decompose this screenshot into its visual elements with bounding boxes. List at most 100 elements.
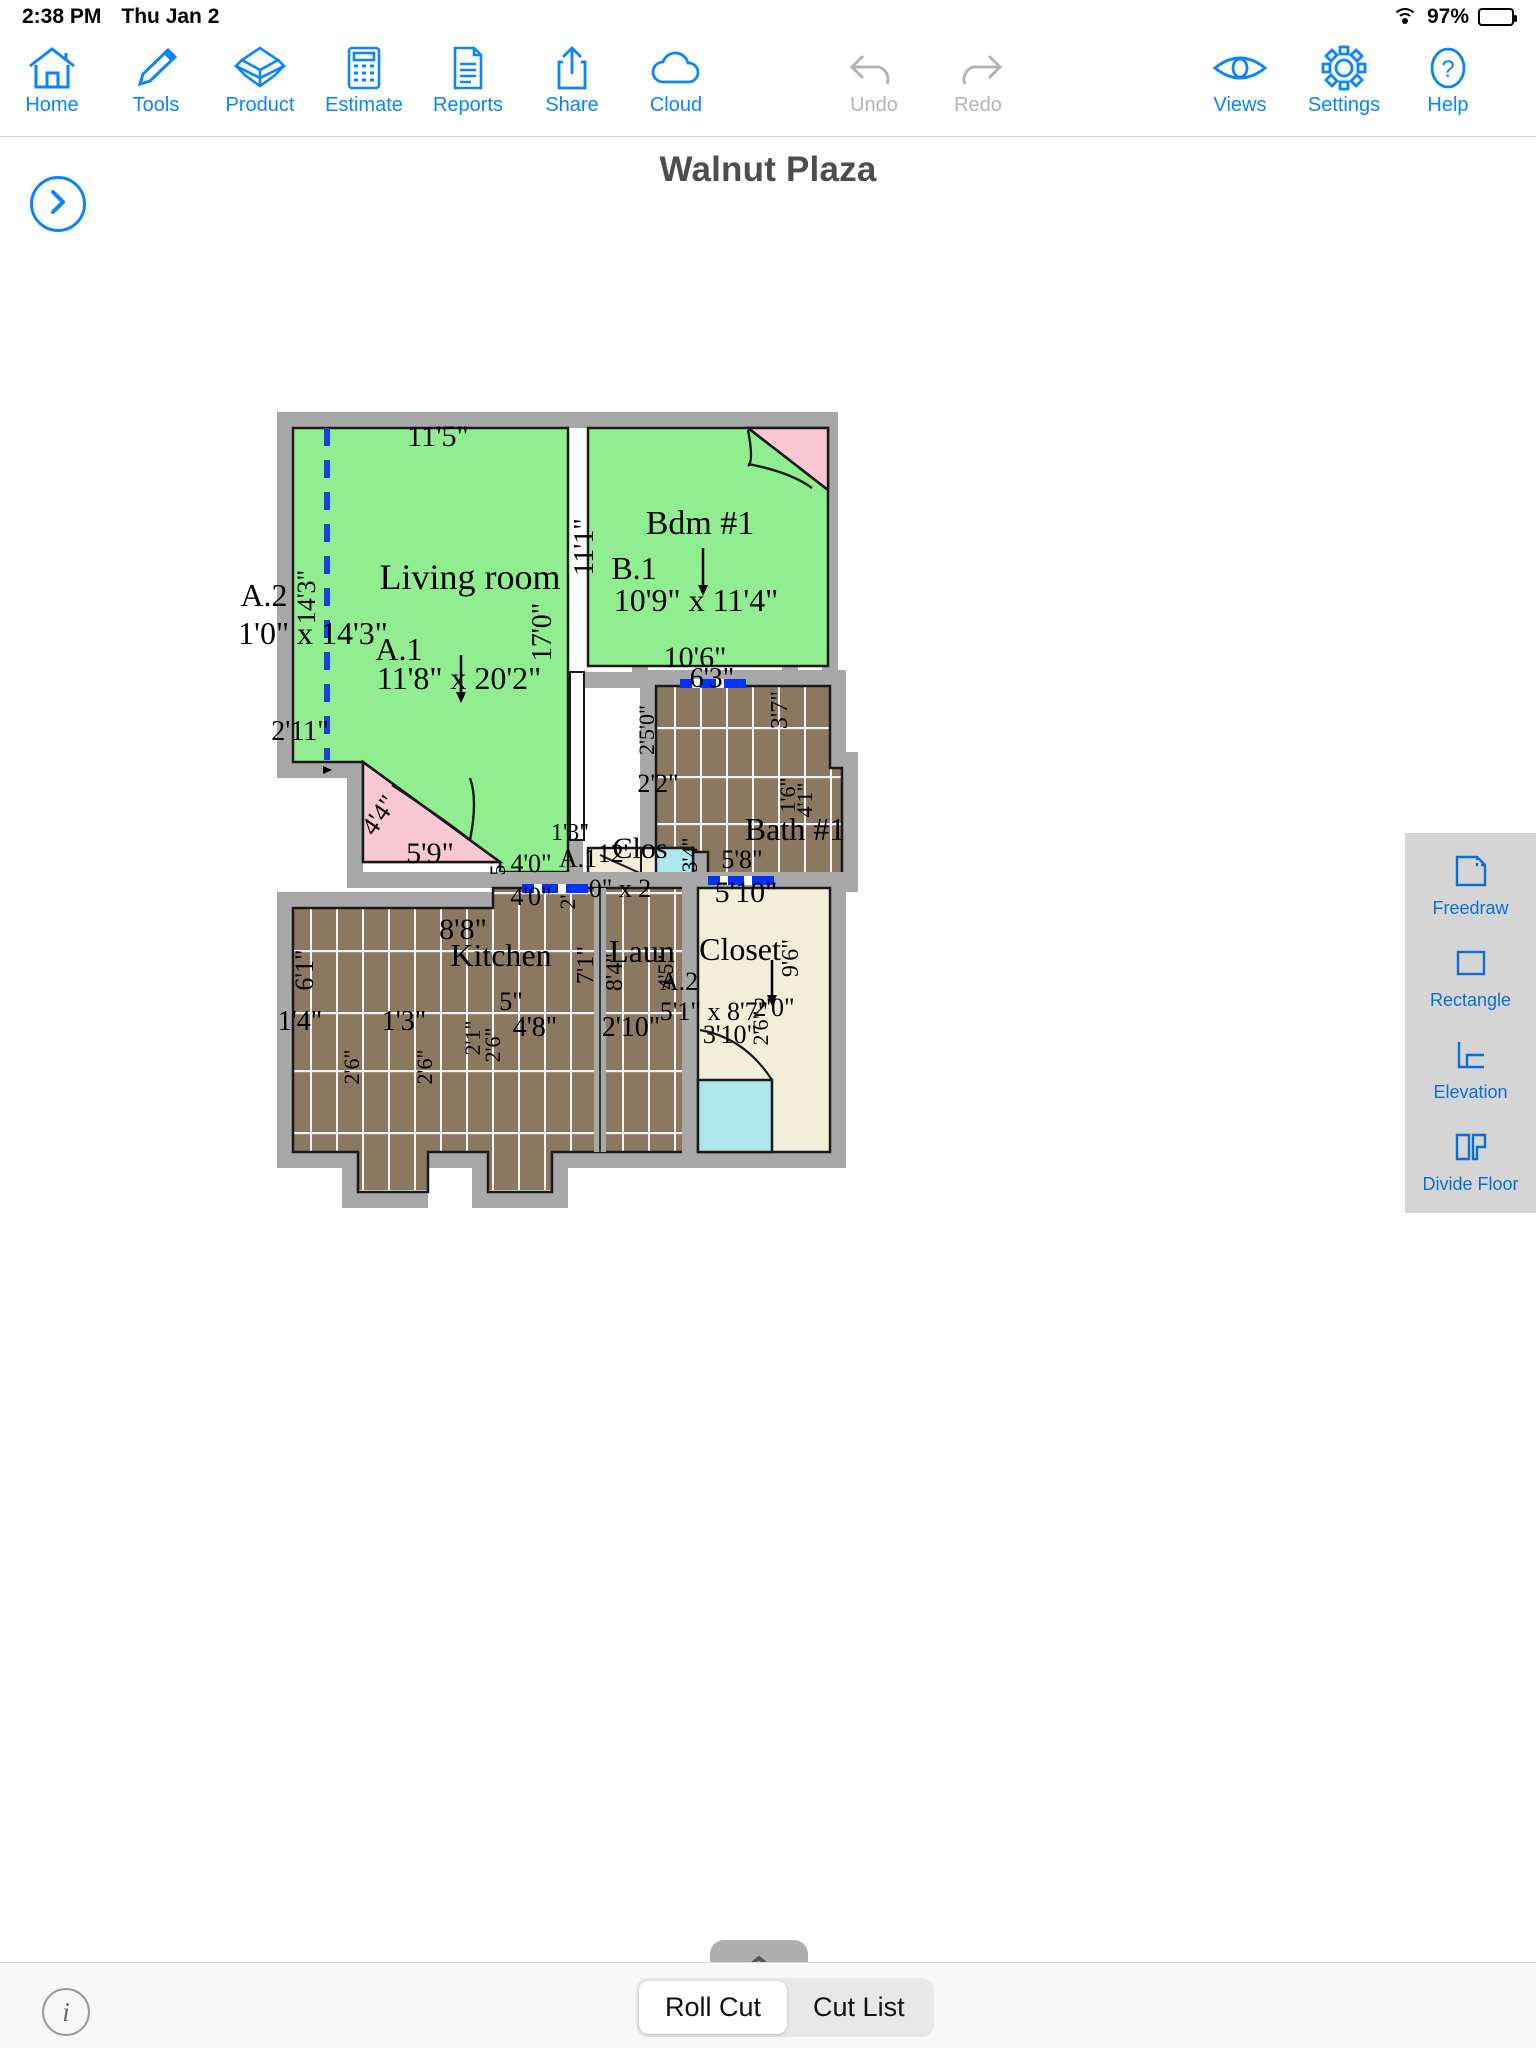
- question-mark-icon: ?: [1424, 40, 1472, 96]
- toolbar-label-undo: Undo: [850, 94, 898, 116]
- toolbar-button-views[interactable]: Views: [1188, 34, 1292, 136]
- tool-divide-floor[interactable]: Divide Floor: [1405, 1125, 1536, 1195]
- tool-elevation[interactable]: Elevation: [1405, 1033, 1536, 1103]
- plan-label: Living room: [380, 557, 561, 597]
- toolbar-label-settings: Settings: [1307, 94, 1381, 116]
- plan-label: 4'8": [513, 1012, 557, 1043]
- plan-label: 1'3": [551, 820, 589, 846]
- tool-label-rectangle: Rectangle: [1429, 990, 1512, 1010]
- status-bar-left: 2:38 PM Thu Jan 2: [22, 5, 219, 29]
- toolbar-button-settings[interactable]: Settings: [1292, 34, 1396, 136]
- plan-label: 2'10": [602, 1012, 660, 1043]
- bottom-bar: Roll Cut Cut List i: [0, 1962, 1536, 2048]
- tool-freedraw[interactable]: Freedraw: [1405, 849, 1536, 919]
- toolbar-button-home[interactable]: Home: [0, 34, 104, 136]
- plan-label: 1'0" x 14'3": [238, 615, 388, 651]
- toolbar-label-tools: Tools: [132, 94, 180, 116]
- tool-label-freedraw: Freedraw: [1432, 898, 1509, 918]
- plan-label: 11'1": [569, 518, 600, 575]
- toolbar-label-redo: Redo: [954, 94, 1002, 116]
- battery-percent-label: 97%: [1426, 5, 1469, 28]
- toolbar-label-product: Product: [225, 94, 295, 116]
- plan-label: Bdm #1: [646, 505, 755, 542]
- plan-label: 6'1": [290, 949, 319, 990]
- segment-roll-cut[interactable]: Roll Cut: [639, 1981, 788, 2034]
- cloud-icon: [649, 40, 703, 96]
- toolbar-button-product[interactable]: Product: [208, 34, 312, 136]
- plan-label: 5'8": [721, 845, 762, 874]
- gear-icon: [1318, 40, 1370, 96]
- toolbar-button-help[interactable]: ? Help: [1396, 34, 1500, 136]
- status-bar: 2:38 PM Thu Jan 2 97%: [0, 0, 1536, 34]
- rectangle-icon: [1451, 941, 1491, 985]
- tool-label-divide-floor: Divide Floor: [1422, 1174, 1519, 1194]
- plan-label: 4'0": [510, 882, 551, 911]
- plan-label: 3'7": [767, 691, 793, 729]
- battery-icon: [1478, 8, 1517, 26]
- toolbar-button-redo[interactable]: Redo: [926, 34, 1030, 136]
- plan-label: 5': [485, 860, 510, 875]
- elevation-icon: [1451, 1033, 1491, 1077]
- toolbar-label-reports: Reports: [432, 94, 504, 116]
- plan-label: 11'8" x 20'2": [377, 660, 541, 696]
- toolbar-button-share[interactable]: Share: [520, 34, 624, 136]
- svg-text:?: ?: [1441, 56, 1454, 83]
- toolbar-label-estimate: Estimate: [325, 94, 403, 116]
- plan-label: 4'0": [510, 849, 551, 878]
- toolbar-button-tools[interactable]: Tools: [104, 34, 208, 136]
- plan-label: 2'6": [339, 1050, 364, 1085]
- toolbar-button-estimate[interactable]: Estimate: [312, 34, 416, 136]
- pencil-icon: [130, 40, 182, 96]
- freedraw-icon: [1451, 849, 1491, 893]
- plan-label: 6'3": [690, 663, 734, 694]
- toolbar-label-help: Help: [1427, 94, 1469, 116]
- plan-label: 5'9": [406, 837, 454, 870]
- plan-label: Closet: [699, 931, 781, 967]
- plan-label: 2'6": [412, 1050, 437, 1085]
- tool-label-elevation: Elevation: [1433, 1082, 1508, 1102]
- plan-label: 11'5": [407, 420, 469, 453]
- toolbar-label-share: Share: [545, 94, 599, 116]
- divide-floor-icon: [1451, 1125, 1491, 1169]
- toolbar-button-undo[interactable]: Undo: [822, 34, 926, 136]
- floor-plan-canvas[interactable]: 11'5" 14'3" A.2 1'0" x 14'3" Living room A.1 1…: [0, 200, 1420, 1900]
- home-icon: [26, 40, 78, 96]
- status-bar-right: 97%: [1391, 5, 1517, 29]
- plan-label: Bath #1: [745, 811, 845, 847]
- plan-label: 2'11": [271, 716, 328, 747]
- main-toolbar: Home Tools Product Estimate Reports Shar…: [0, 34, 1536, 137]
- calculator-icon: [341, 40, 387, 96]
- plan-label: 2'2": [637, 769, 678, 798]
- box-icon: [232, 40, 288, 96]
- plan-label: 9'6": [778, 939, 804, 977]
- toolbar-button-cloud[interactable]: Cloud: [624, 34, 728, 136]
- info-button[interactable]: i: [42, 1988, 90, 2036]
- plan-label: 2'6": [748, 1011, 773, 1046]
- plan-label: 2': [555, 894, 580, 909]
- plan-label: 0" x 2: [589, 874, 652, 903]
- status-date: Thu Jan 2: [121, 5, 220, 28]
- redo-arrow-icon: [950, 40, 1006, 96]
- cut-mode-segmented-control[interactable]: Roll Cut Cut List: [636, 1978, 934, 2037]
- undo-arrow-icon: [846, 40, 902, 96]
- plan-label: 10'9" x 11'4": [614, 582, 778, 618]
- page-title: Walnut Plaza: [659, 150, 877, 189]
- plan-label: 17'0": [527, 603, 558, 661]
- share-icon: [552, 40, 592, 96]
- toolbar-button-reports[interactable]: Reports: [416, 34, 520, 136]
- document-icon: [446, 40, 490, 96]
- plan-label: A.1: [559, 844, 597, 873]
- plan-label: B.1: [611, 550, 656, 586]
- plan-label: 1'4": [278, 1006, 322, 1037]
- plan-label: 8'4": [602, 953, 628, 991]
- plan-label: A.2: [240, 577, 287, 613]
- plan-label: Kitchen: [450, 937, 551, 973]
- floor-plan-svg[interactable]: 11'5"14'3"A.21'0" x 14'3"Living roomA.11…: [0, 200, 1420, 1900]
- tool-rectangle[interactable]: Rectangle: [1405, 941, 1536, 1011]
- wifi-icon: [1391, 7, 1418, 27]
- segment-cut-list[interactable]: Cut List: [787, 1981, 931, 2034]
- plan-label: 7'1": [573, 946, 599, 984]
- plan-label: 2'1": [460, 1021, 485, 1056]
- eye-icon: [1210, 40, 1270, 96]
- plan-label: 5'10": [715, 876, 778, 909]
